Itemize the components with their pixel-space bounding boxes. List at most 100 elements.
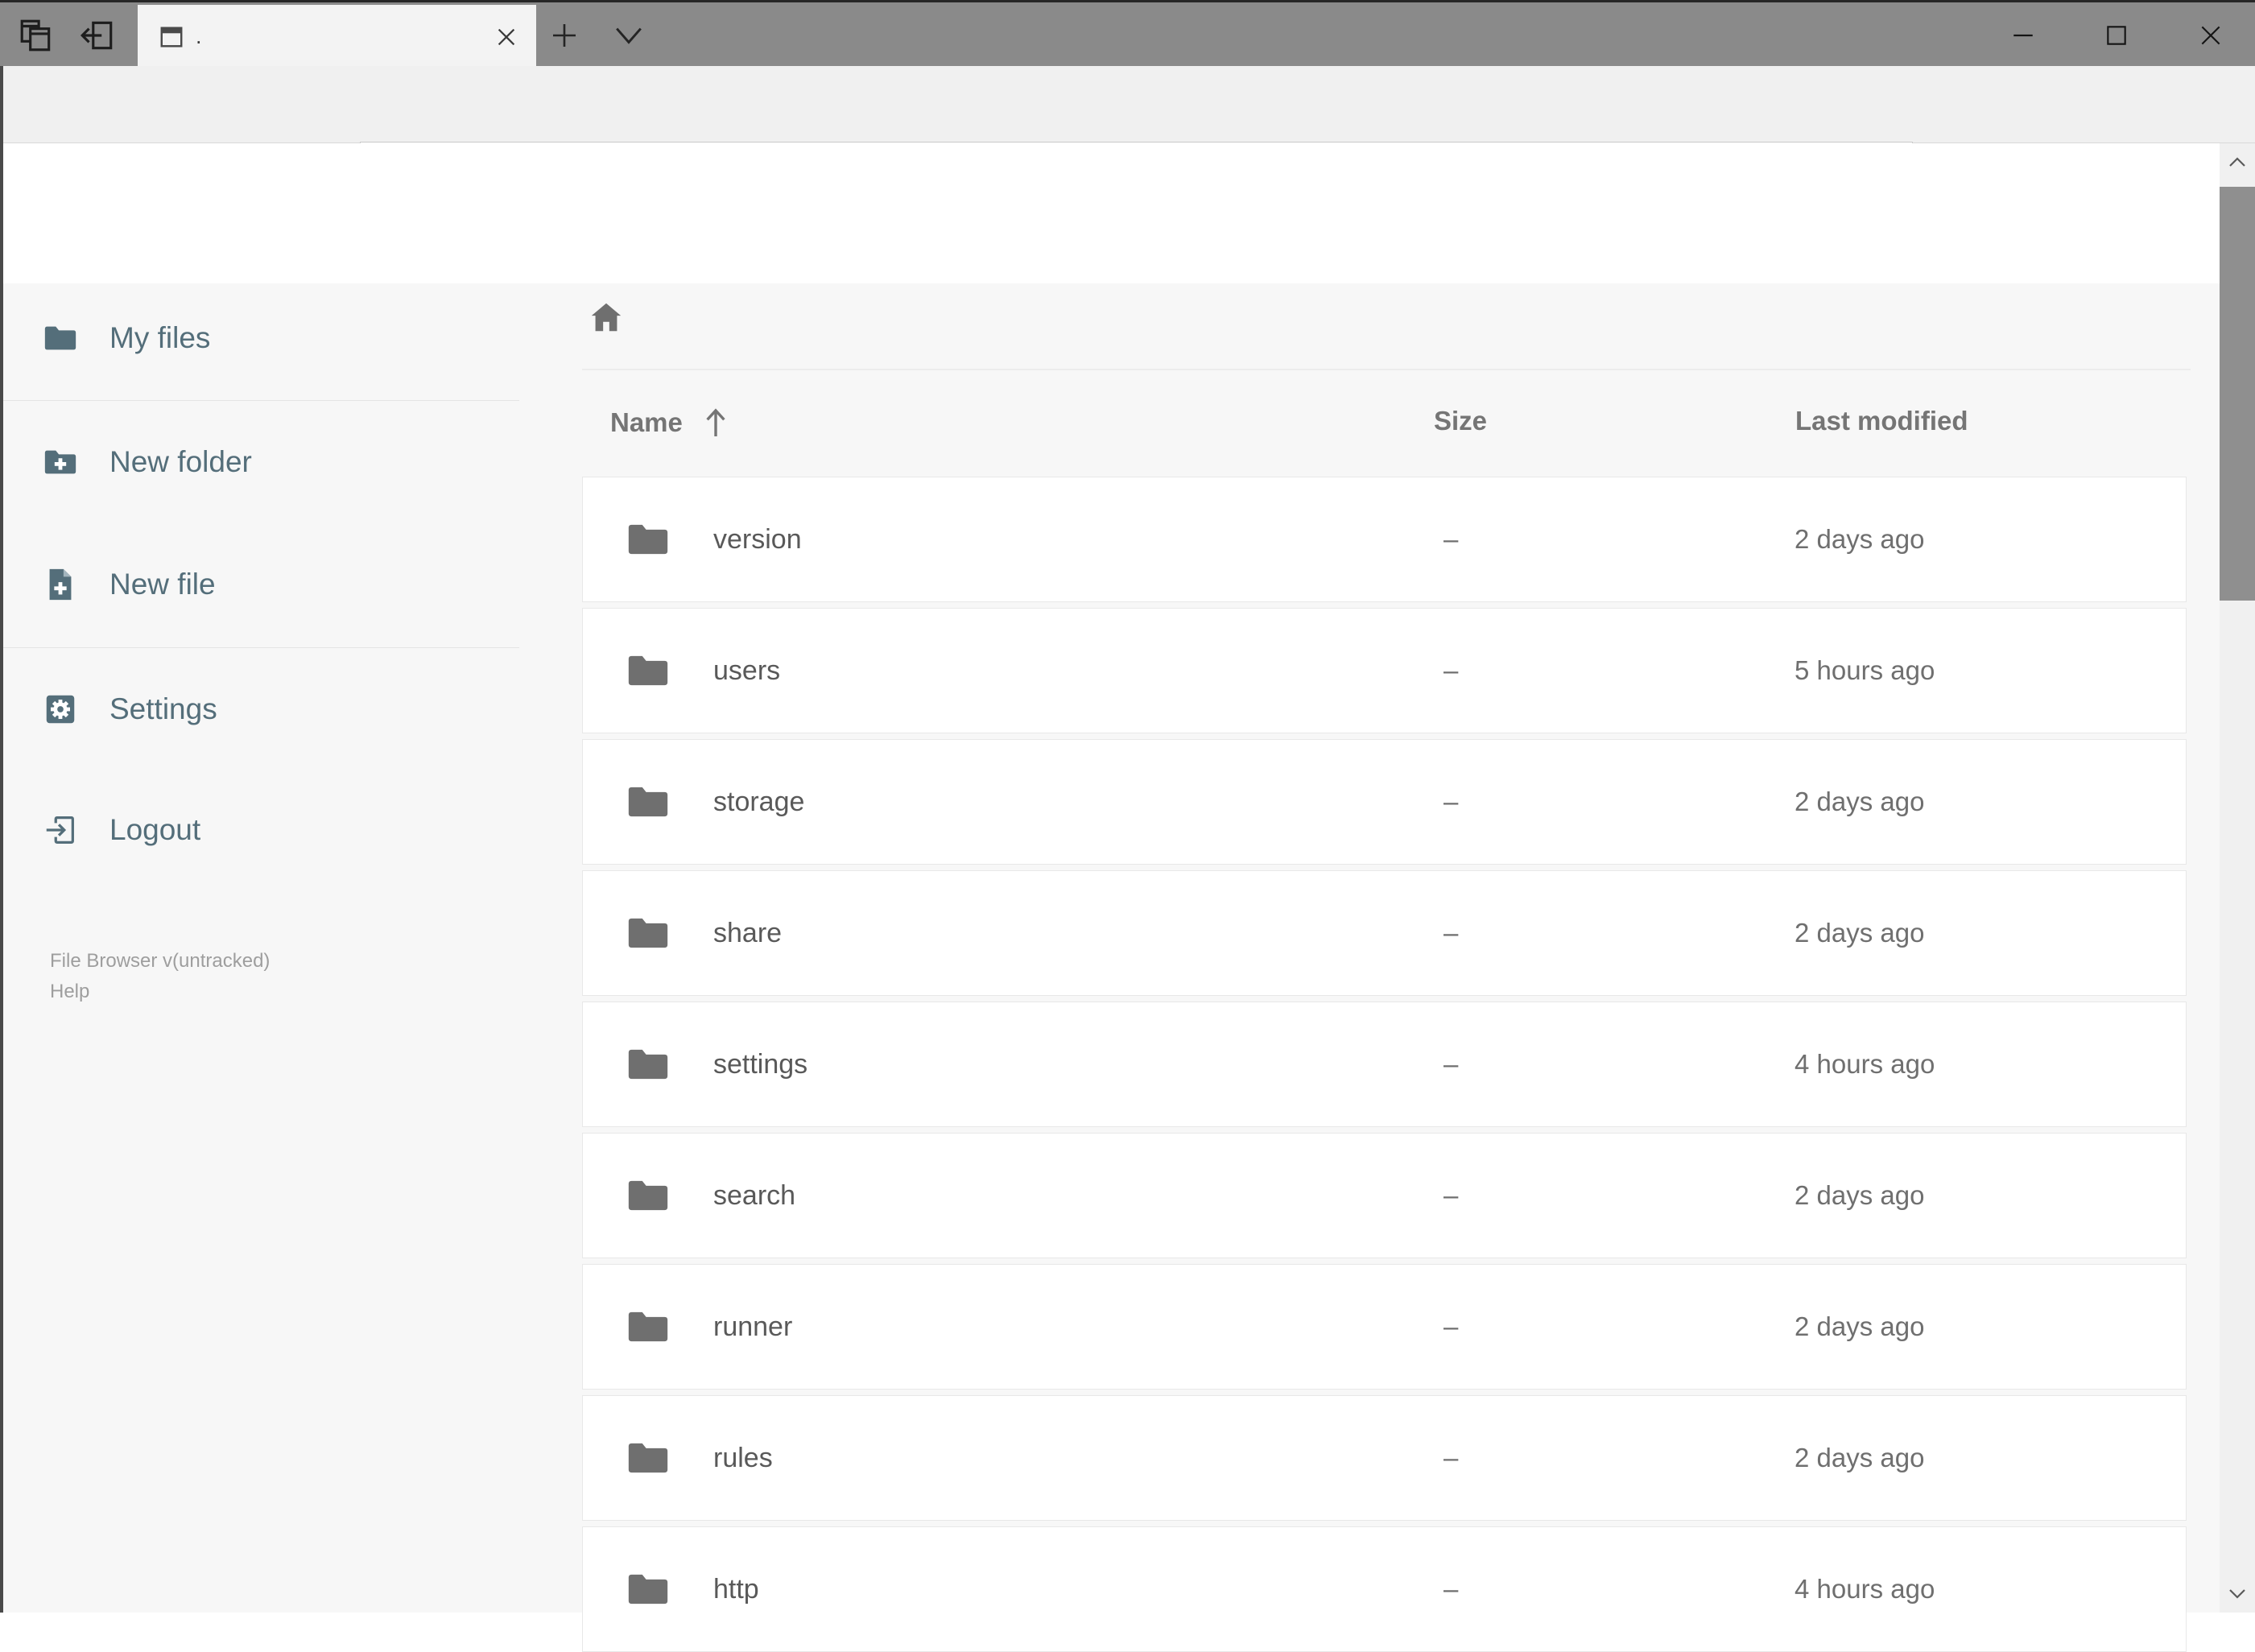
set-tabs-aside-button[interactable] <box>77 15 118 56</box>
folder-icon <box>625 647 671 694</box>
column-header-modified[interactable]: Last modified <box>1795 406 1968 436</box>
file-modified: 4 hours ago <box>1795 1049 1935 1079</box>
plus-icon <box>550 21 579 50</box>
app-header <box>0 143 2255 403</box>
table-row[interactable]: storage – 2 days ago <box>582 739 2187 865</box>
table-row[interactable]: settings – 4 hours ago <box>582 1002 2187 1127</box>
folder-icon <box>625 1303 671 1350</box>
browser-tab[interactable]: . <box>138 5 536 68</box>
logout-icon <box>42 812 87 849</box>
chevron-up-icon <box>2229 157 2245 167</box>
sidebar-item-label: Logout <box>109 813 201 846</box>
minimize-icon <box>2010 23 2036 48</box>
scroll-down-button[interactable] <box>2220 1576 2255 1613</box>
close-window-button[interactable] <box>2174 2 2248 68</box>
file-name: settings <box>713 1048 808 1080</box>
column-label: Last modified <box>1795 406 1968 436</box>
file-size: – <box>1443 787 1459 816</box>
close-icon <box>2198 23 2224 48</box>
file-size: – <box>1443 1574 1459 1604</box>
file-modified: 2 days ago <box>1795 1311 1925 1341</box>
help-link[interactable]: Help <box>50 981 89 1003</box>
file-modified: 5 hours ago <box>1795 655 1935 685</box>
file-name: runner <box>713 1311 793 1342</box>
table-row[interactable]: http – 4 hours ago <box>582 1526 2187 1652</box>
folder-icon <box>625 910 671 956</box>
sidebar-item-new-folder[interactable]: New folder <box>35 428 486 496</box>
table-row[interactable]: version – 2 days ago <box>582 477 2187 602</box>
sidebar-item-my-files[interactable]: My files <box>35 304 486 372</box>
sidebar-item-label: New folder <box>109 445 252 478</box>
column-header-size[interactable]: Size <box>1434 406 1487 436</box>
file-name: rules <box>713 1442 773 1473</box>
folder-icon <box>625 1566 671 1613</box>
file-name: version <box>713 523 802 555</box>
page-icon <box>159 24 184 50</box>
maximize-button[interactable] <box>2079 2 2154 68</box>
sidebar-divider <box>0 647 519 648</box>
file-size: – <box>1443 1443 1459 1472</box>
home-icon <box>591 303 622 332</box>
breadcrumb-divider <box>582 369 2191 370</box>
column-label: Size <box>1434 406 1488 436</box>
tab-title: . <box>196 24 202 48</box>
tab-preview-button[interactable] <box>16 15 56 56</box>
column-label: Name <box>610 407 683 437</box>
column-header-name[interactable]: Name <box>610 406 729 440</box>
file-size: – <box>1443 918 1459 948</box>
page-scrollbar[interactable] <box>2220 143 2255 1613</box>
scrollbar-thumb[interactable] <box>2220 187 2255 601</box>
window-left-border <box>0 66 3 1613</box>
sidebar-item-new-file[interactable]: New file <box>35 551 486 618</box>
minimize-button[interactable] <box>1986 2 2060 68</box>
folder-icon <box>625 516 671 563</box>
scroll-up-button[interactable] <box>2220 143 2255 180</box>
folder-icon <box>625 1172 671 1219</box>
table-row[interactable]: share – 2 days ago <box>582 870 2187 996</box>
file-modified: 2 days ago <box>1795 524 1925 554</box>
sort-ascending-icon <box>702 406 729 440</box>
file-modified: 2 days ago <box>1795 1443 1925 1472</box>
titlebar: . <box>0 0 2255 68</box>
table-row[interactable]: search – 2 days ago <box>582 1133 2187 1258</box>
file-modified: 2 days ago <box>1795 1180 1925 1210</box>
folder-icon <box>625 1041 671 1088</box>
breadcrumb-home-button[interactable] <box>588 299 625 337</box>
sidebar-item-logout[interactable]: Logout <box>35 796 486 864</box>
sidebar-item-label: New file <box>109 568 216 601</box>
table-row[interactable]: rules – 2 days ago <box>582 1395 2187 1521</box>
table-row[interactable]: users – 5 hours ago <box>582 608 2187 733</box>
file-modified: 4 hours ago <box>1795 1574 1935 1604</box>
file-modified: 2 days ago <box>1795 918 1925 948</box>
file-plus-icon <box>42 566 87 603</box>
chevron-down-icon <box>613 25 644 46</box>
file-name: http <box>713 1573 759 1605</box>
new-tab-button[interactable] <box>544 15 584 56</box>
file-size: – <box>1443 1049 1459 1079</box>
maximize-icon <box>2104 23 2129 48</box>
app-body: My files New folder New file Settings Lo… <box>0 283 2255 1652</box>
file-name: share <box>713 917 783 948</box>
tab-close-icon[interactable] <box>494 25 518 49</box>
file-size: – <box>1443 1311 1459 1341</box>
file-name: storage <box>713 786 805 817</box>
sidebar-item-label: My files <box>109 321 211 354</box>
gear-icon <box>42 691 87 728</box>
folder-icon <box>625 779 671 825</box>
folder-plus-icon <box>42 444 87 481</box>
chevron-down-icon <box>2229 1589 2245 1599</box>
file-size: – <box>1443 1180 1459 1210</box>
tab-preview-icon <box>18 17 55 54</box>
file-size: – <box>1443 524 1459 554</box>
folder-icon <box>42 320 87 357</box>
sidebar-item-settings[interactable]: Settings <box>35 675 486 743</box>
sidebar-item-label: Settings <box>109 692 217 725</box>
folder-icon <box>625 1435 671 1481</box>
file-modified: 2 days ago <box>1795 787 1925 816</box>
tab-preview-toggle[interactable] <box>609 15 649 56</box>
sidebar-divider <box>0 400 519 401</box>
file-name: users <box>713 655 781 686</box>
file-size: – <box>1443 655 1459 685</box>
browser-navbar: filebrowser.web/files/ <box>0 66 2255 198</box>
table-row[interactable]: runner – 2 days ago <box>582 1264 2187 1390</box>
